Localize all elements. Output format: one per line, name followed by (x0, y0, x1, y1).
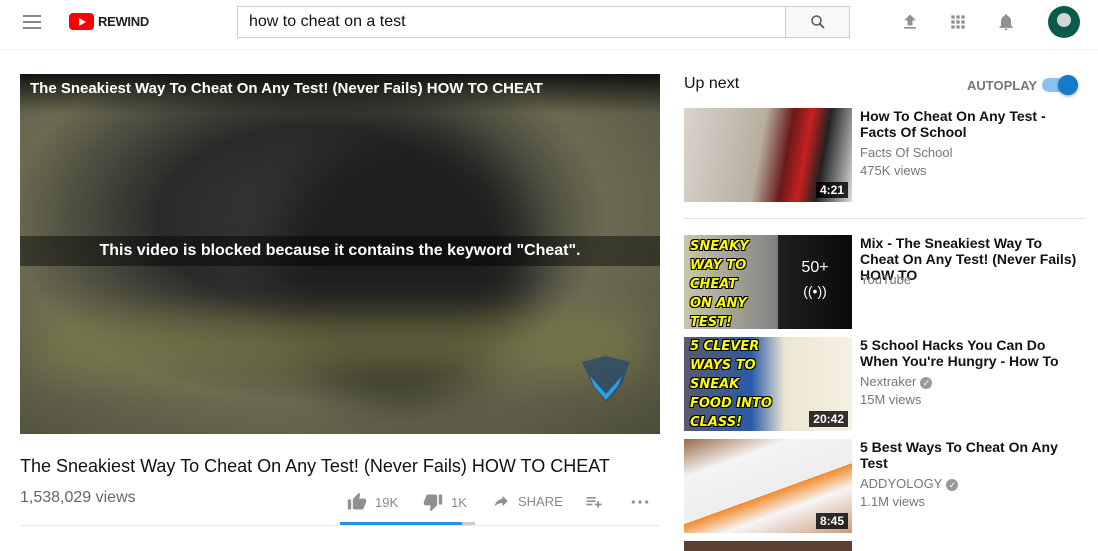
more-actions-button[interactable] (630, 492, 650, 512)
add-to-playlist-button[interactable] (584, 492, 604, 512)
apps-icon[interactable] (948, 12, 968, 32)
thumbnail[interactable]: SNEAKY WAY TO CHEAT ON ANY TEST! 50+ ((•)… (684, 235, 852, 329)
video-title: The Sneakiest Way To Cheat On Any Test! … (20, 456, 610, 476)
item-channel[interactable]: YouTube (860, 272, 911, 287)
view-count: 1,538,029 views (20, 489, 136, 506)
verified-icon: ✓ (920, 376, 933, 389)
duration-badge: 4:21 (815, 182, 848, 198)
like-button[interactable]: 19K (347, 492, 398, 512)
logo[interactable]: REWIND (69, 13, 149, 30)
dislike-count: 1K (451, 494, 467, 510)
avatar[interactable] (1048, 6, 1080, 38)
up-next-item[interactable]: SNEAKY WAY TO CHEAT ON ANY TEST! 50+ ((•)… (684, 235, 1084, 329)
item-title[interactable]: 5 Best Ways To Cheat On Any Test (860, 439, 1082, 471)
blocked-message: This video is blocked because it contain… (20, 236, 660, 266)
search-button[interactable] (785, 6, 850, 38)
share-icon (494, 495, 508, 507)
channel-name: Nextraker (860, 374, 917, 389)
item-views: 1.1M views (860, 494, 926, 509)
up-next-item[interactable]: 4:21 How To Cheat On Any Test - Facts Of… (684, 108, 1084, 202)
thumbs-up-icon (347, 492, 367, 510)
more-icon (631, 500, 649, 504)
youtube-logo-icon (69, 13, 94, 30)
search-icon (810, 15, 825, 29)
mix-count: 50+ (801, 259, 829, 276)
share-label: SHARE (518, 493, 563, 509)
player-title[interactable]: The Sneakiest Way To Cheat On Any Test! … (30, 80, 650, 97)
thumbnail[interactable]: 4:21 (684, 108, 852, 202)
up-next-heading: Up next (684, 75, 740, 92)
divider (684, 218, 1086, 219)
item-views: 475K views (860, 163, 927, 178)
shield-logo-icon (582, 356, 630, 402)
thumbnail[interactable]: 5 CLEVER WAYS TO SNEAK FOOD INTO CLASS! … (684, 337, 852, 431)
item-channel[interactable]: ADDYOLOGY ✓ (860, 476, 959, 491)
dislike-button[interactable]: 1K (423, 492, 467, 512)
autoplay-label: AUTOPLAY (967, 78, 1038, 93)
menu-icon[interactable] (23, 15, 41, 29)
item-title[interactable]: How To Cheat On Any Test - Facts Of Scho… (860, 108, 1082, 140)
thumbnail-text: SNEAKY WAY TO CHEAT ON ANY TEST! (690, 239, 749, 329)
search-input[interactable]: how to cheat on a test (237, 6, 786, 38)
up-next-item[interactable]: 5 CLEVER WAYS TO SNEAK FOOD INTO CLASS! … (684, 337, 1084, 431)
upload-icon[interactable] (900, 12, 920, 32)
masthead: REWIND how to cheat on a test (0, 0, 1098, 50)
divider (20, 525, 660, 526)
mix-radio-icon: ((•)) (803, 283, 827, 299)
thumbnail-text: 5 CLEVER WAYS TO SNEAK FOOD INTO CLASS! (690, 339, 772, 430)
duration-badge: 20:42 (809, 411, 848, 427)
item-title[interactable]: 5 School Hacks You Can Do When You're Hu… (860, 337, 1082, 369)
like-count: 19K (375, 494, 399, 510)
thumbnail[interactable]: 8:45 (684, 439, 852, 533)
playlist-add-icon (586, 497, 602, 508)
item-channel[interactable]: Nextraker ✓ (860, 374, 933, 389)
video-player[interactable]: The Sneakiest Way To Cheat On Any Test! … (20, 74, 660, 434)
item-views: 15M views (860, 392, 922, 407)
duration-badge: 8:45 (815, 513, 848, 529)
bell-icon[interactable] (996, 12, 1016, 32)
verified-icon: ✓ (946, 478, 959, 491)
channel-name: ADDYOLOGY (860, 476, 943, 491)
autoplay-toggle[interactable] (1042, 75, 1078, 95)
share-button[interactable]: SHARE (492, 492, 563, 510)
up-next-item[interactable]: 8:45 5 Best Ways To Cheat On Any Test AD… (684, 439, 1084, 533)
item-channel[interactable]: Facts Of School (860, 145, 952, 160)
blurred-frame (40, 314, 640, 374)
thumbnail[interactable] (684, 541, 852, 551)
logo-text: REWIND (98, 14, 149, 29)
mix-overlay: 50+ ((•)) (778, 235, 852, 329)
thumbs-down-icon (423, 494, 443, 512)
